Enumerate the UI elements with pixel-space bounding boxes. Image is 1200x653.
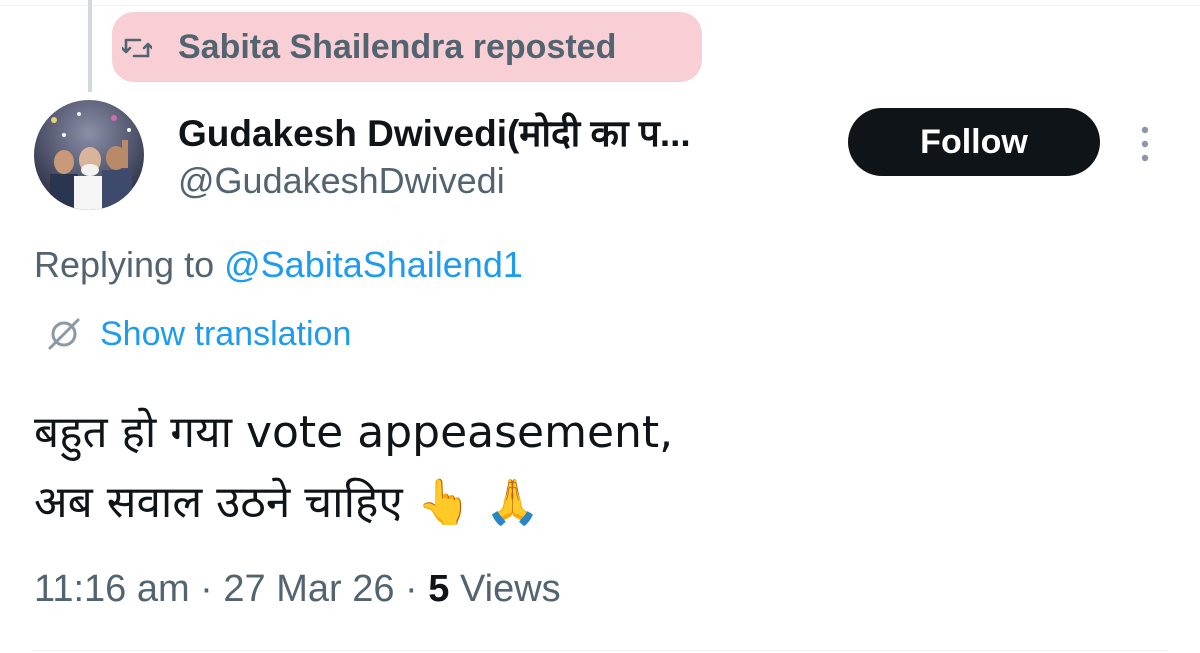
thread-connector-line <box>88 0 92 92</box>
translation-row[interactable]: Show translation <box>44 314 351 354</box>
follow-button[interactable]: Follow <box>848 108 1100 176</box>
tweet-time[interactable]: 11:16 am <box>34 568 190 610</box>
author-avatar[interactable] <box>34 100 144 210</box>
author-name[interactable]: Gudakesh Dwivedi(मोदी का प... <box>178 106 691 157</box>
bottom-divider <box>34 650 1166 651</box>
views-label: Views <box>449 568 561 610</box>
meta-separator: · <box>394 568 429 610</box>
tweet-meta: 11:16 am · 27 Mar 26 · 5 Views <box>34 568 561 611</box>
replying-prefix: Replying to <box>34 244 225 285</box>
show-translation-link[interactable]: Show translation <box>100 315 351 354</box>
more-vertical-icon[interactable] <box>1134 124 1156 164</box>
author-handle[interactable]: @GudakeshDwivedi <box>178 160 505 202</box>
meta-separator: · <box>189 568 224 610</box>
tweet-text: बहुत हो गया vote appeasement, अब सवाल उठ… <box>34 398 673 538</box>
views-count: 5 <box>428 568 450 610</box>
globe-icon <box>48 318 80 350</box>
repost-label[interactable]: Sabita Shailendra reposted <box>178 28 616 67</box>
avatar-photo-icon <box>34 100 144 210</box>
replying-to: Replying to @SabitaShailend1 <box>34 244 523 286</box>
repost-icon <box>122 38 152 58</box>
top-divider <box>0 5 1200 6</box>
reply-mention-link[interactable]: @SabitaShailend1 <box>224 244 523 285</box>
tweet-line-1: बहुत हो गया vote appeasement, <box>34 407 674 458</box>
tweet-date[interactable]: 27 Mar 26 <box>223 568 394 610</box>
tweet-line-2: अब सवाल उठने चाहिए 👆 🙏 <box>34 477 541 528</box>
